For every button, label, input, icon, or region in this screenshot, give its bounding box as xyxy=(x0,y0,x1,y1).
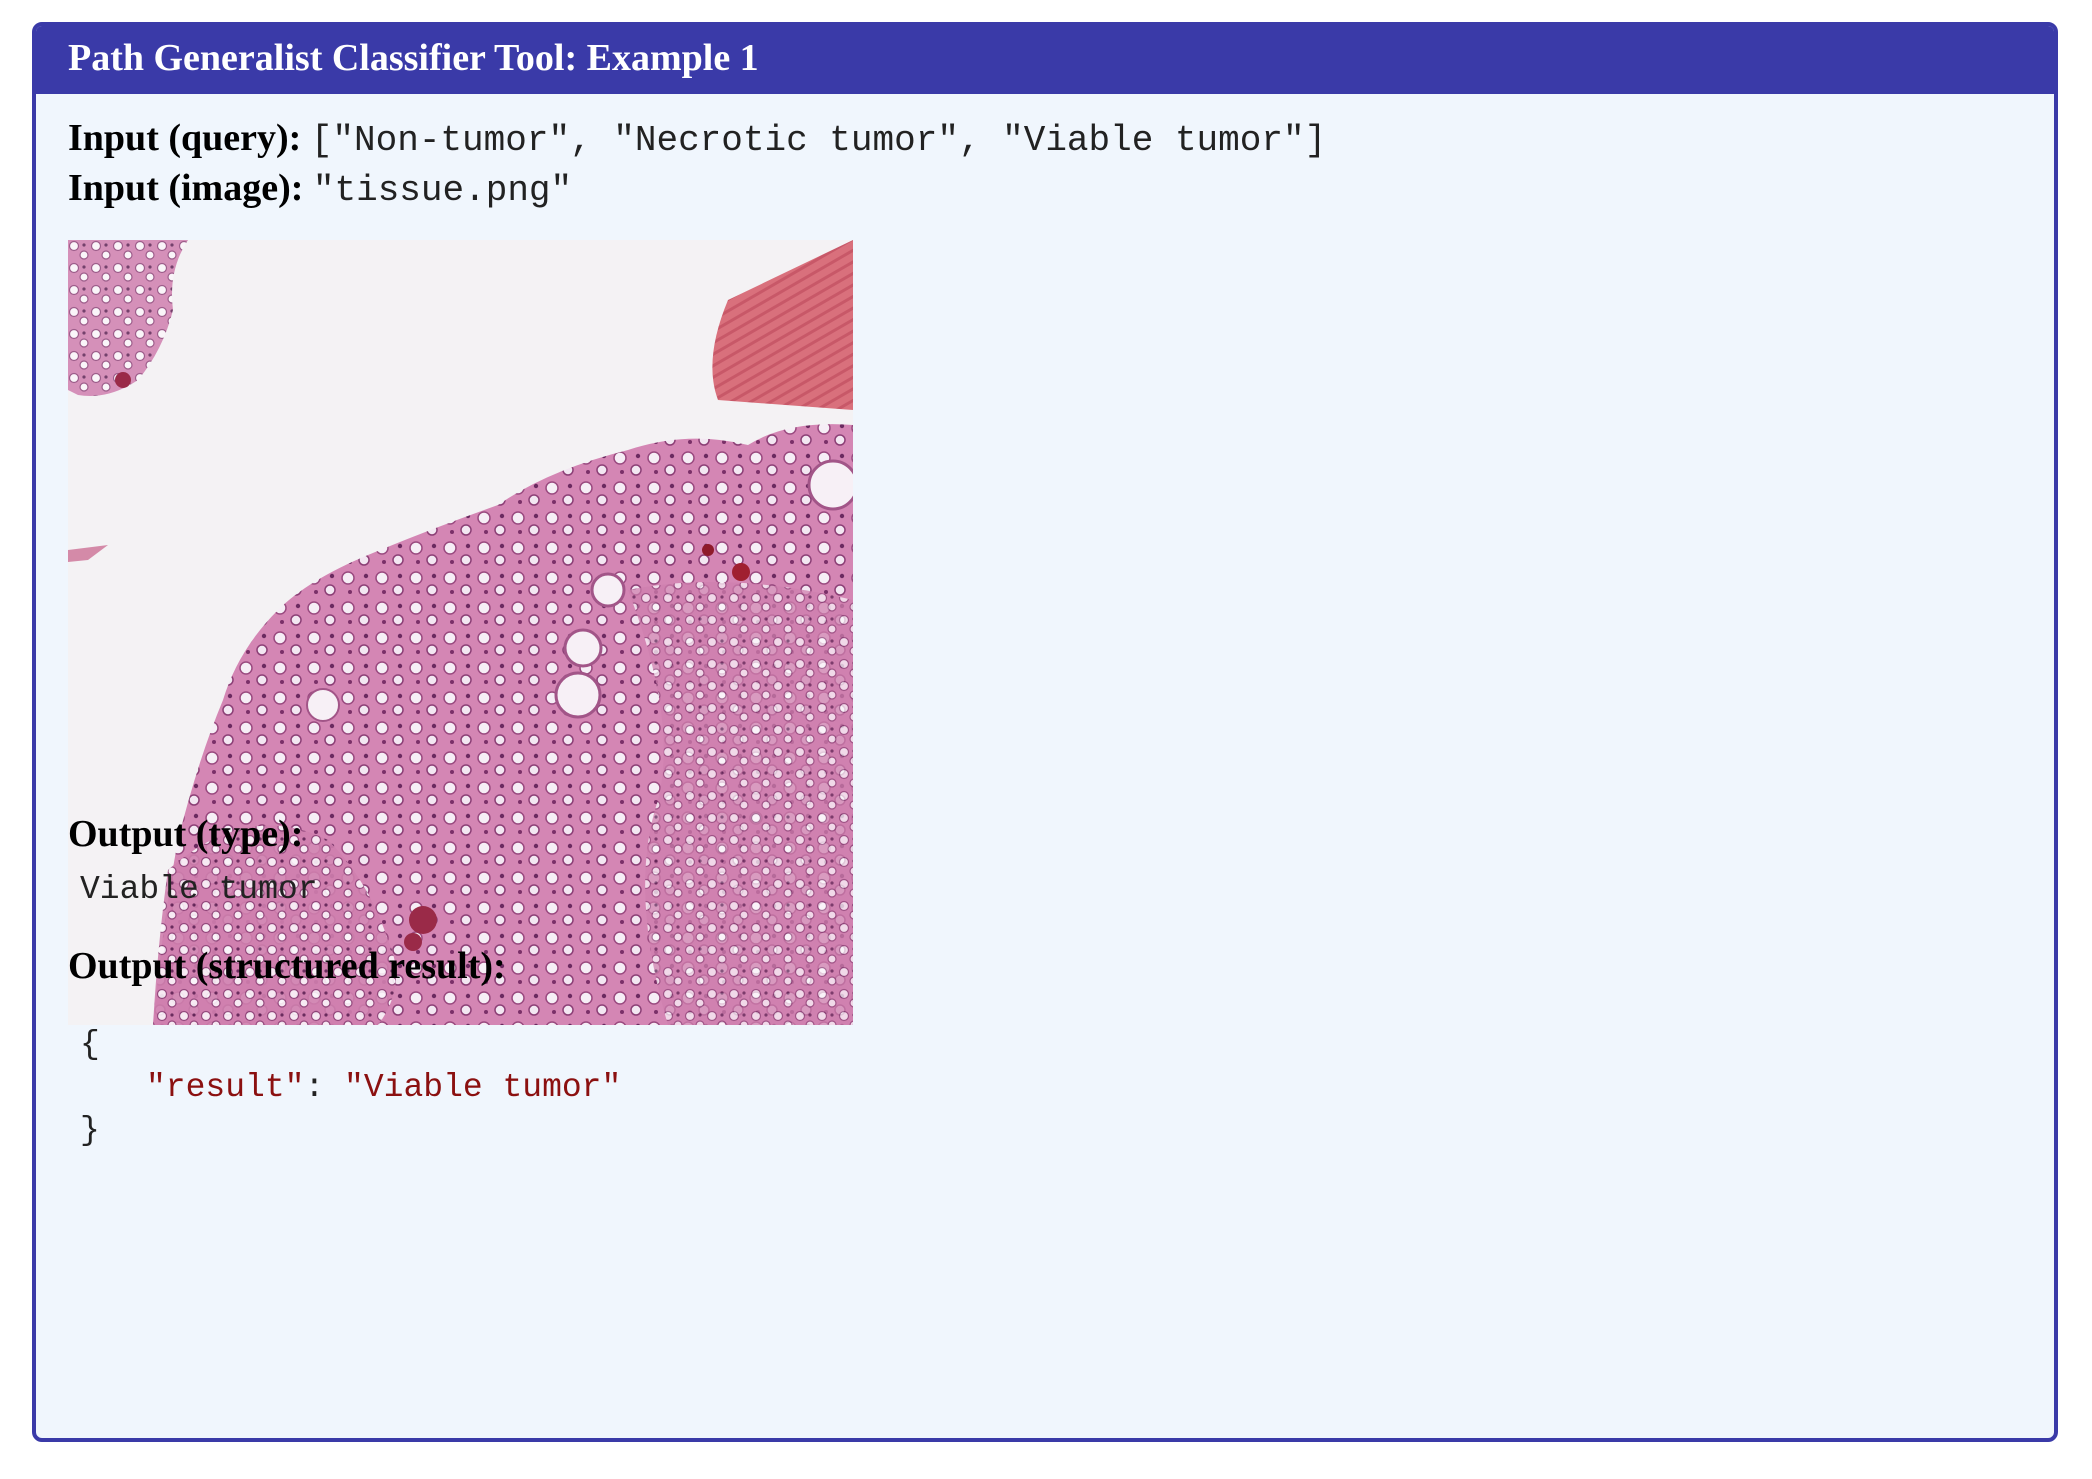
output-type-value: Viable tumor xyxy=(80,871,318,908)
input-image-line: Input (image): "tissue.png" xyxy=(68,166,572,211)
input-image-value: "tissue.png" xyxy=(312,170,573,211)
output-type-label: Output (type): xyxy=(68,813,304,855)
input-query-label: Input (query): xyxy=(68,117,302,159)
json-key: "result" xyxy=(146,1069,305,1106)
panel-title: Path Generalist Classifier Tool: Example… xyxy=(36,26,2054,94)
json-result-line: "result": "Viable tumor" xyxy=(146,1069,621,1106)
example-panel: Path Generalist Classifier Tool: Example… xyxy=(32,22,2058,1442)
input-query-value: ["Non-tumor", "Necrotic tumor", "Viable … xyxy=(310,120,1327,161)
json-colon: : xyxy=(304,1069,345,1106)
input-query-line: Input (query): ["Non-tumor", "Necrotic t… xyxy=(68,116,1326,161)
input-image-label: Input (image): xyxy=(68,167,304,209)
json-value: "Viable tumor" xyxy=(344,1069,622,1106)
json-open-brace: { xyxy=(80,1026,100,1063)
output-structured-label: Output (structured result): xyxy=(68,945,506,987)
json-close-brace: } xyxy=(80,1112,100,1149)
